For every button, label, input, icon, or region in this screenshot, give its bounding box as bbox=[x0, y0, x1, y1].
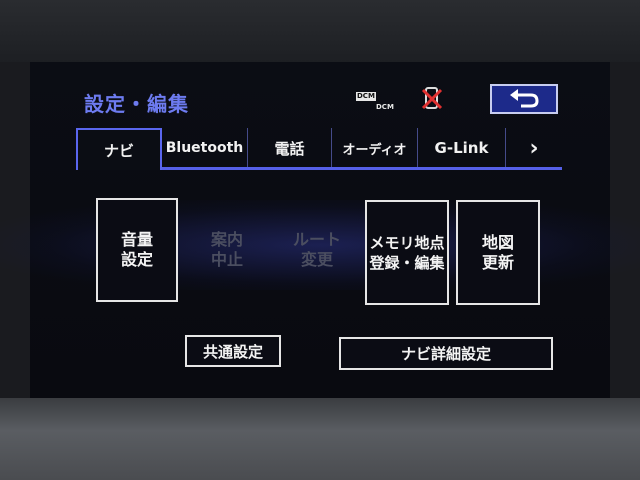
tab-next-arrow[interactable]: › bbox=[506, 128, 562, 168]
tile-line2: 登録・編集 bbox=[369, 253, 445, 272]
top-bezel bbox=[0, 0, 640, 62]
tile-line1: 案内 bbox=[210, 230, 243, 249]
bottom-bezel bbox=[0, 398, 640, 480]
tab-audio[interactable]: オーディオ bbox=[332, 128, 418, 168]
tile-line1: 音量 bbox=[120, 230, 153, 249]
tile-line1: 地図 bbox=[481, 232, 514, 252]
chevron-right-icon: › bbox=[529, 135, 539, 161]
tab-phone[interactable]: 電話 bbox=[248, 128, 332, 168]
back-button[interactable] bbox=[490, 84, 558, 114]
tab-navi[interactable]: ナビ bbox=[76, 128, 162, 170]
common-settings-button[interactable]: 共通設定 bbox=[185, 335, 281, 367]
stop-guidance-button[interactable]: 案内 中止 bbox=[190, 198, 264, 302]
tile-line2: 設定 bbox=[120, 250, 153, 269]
tab-label: オーディオ bbox=[342, 142, 407, 158]
tab-label: 電話 bbox=[274, 139, 305, 158]
memory-point-edit-button[interactable]: メモリ地点 登録・編集 bbox=[365, 200, 449, 305]
dcm-icon: DCM DCM bbox=[356, 92, 396, 114]
tile-line1: メモリ地点 bbox=[369, 233, 445, 252]
navi-detail-settings-button[interactable]: ナビ詳細設定 bbox=[339, 337, 553, 370]
tab-glink[interactable]: G-Link bbox=[418, 128, 506, 168]
phone-disconnected-icon bbox=[420, 86, 444, 112]
tab-label: Bluetooth bbox=[165, 140, 244, 156]
tab-bluetooth[interactable]: Bluetooth bbox=[162, 128, 248, 168]
return-arrow-icon bbox=[510, 89, 539, 108]
dcm-label-bottom: DCM bbox=[376, 103, 394, 111]
tile-line2: 変更 bbox=[300, 250, 333, 269]
tab-label: G-Link bbox=[434, 139, 489, 157]
category-tabs: ナビ Bluetooth 電話 オーディオ G-Link › bbox=[76, 128, 562, 170]
tile-line1: ルート bbox=[292, 230, 341, 249]
tab-label: ナビ bbox=[103, 141, 134, 160]
dcm-label-top: DCM bbox=[356, 92, 376, 101]
map-update-button[interactable]: 地図 更新 bbox=[456, 200, 540, 305]
button-label: ナビ詳細設定 bbox=[400, 345, 491, 363]
volume-settings-button[interactable]: 音量 設定 bbox=[96, 198, 178, 302]
button-label: 共通設定 bbox=[202, 342, 263, 361]
page-title: 設定・編集 bbox=[84, 92, 189, 116]
change-route-button[interactable]: ルート 変更 bbox=[276, 198, 358, 302]
tile-line2: 中止 bbox=[210, 250, 243, 269]
tile-line2: 更新 bbox=[481, 252, 514, 272]
